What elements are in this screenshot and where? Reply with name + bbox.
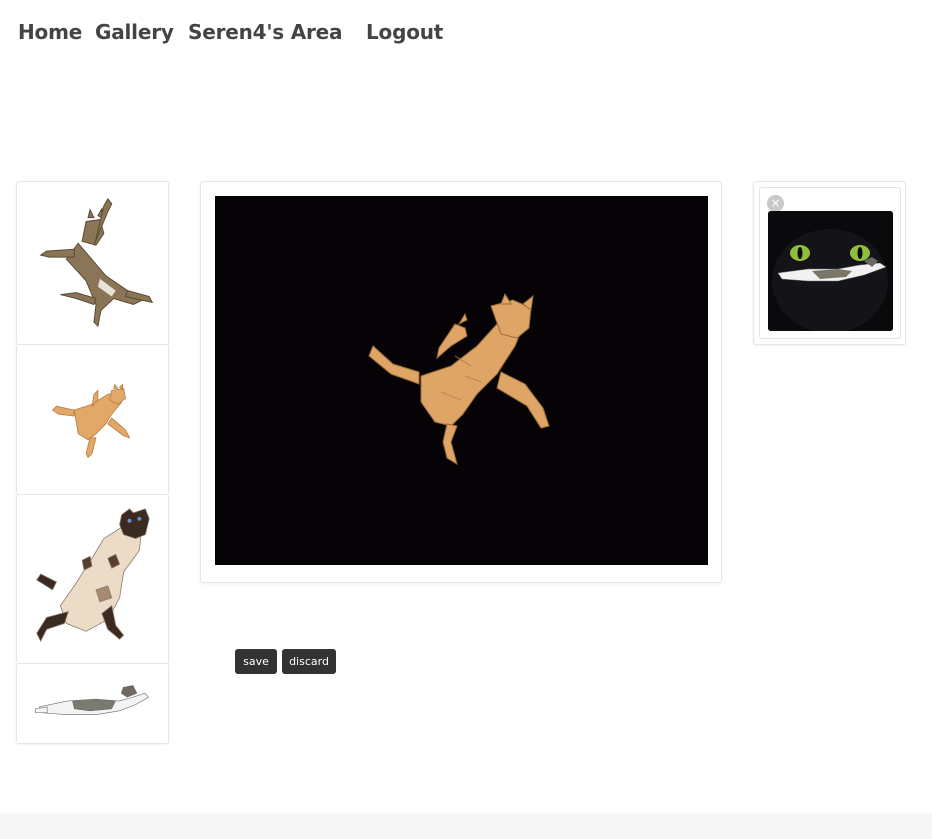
nav-logout-link[interactable]: Logout bbox=[366, 20, 443, 44]
nav-user-area-link[interactable]: Seren4's Area bbox=[188, 20, 343, 44]
selected-image[interactable] bbox=[768, 211, 893, 331]
thumbnail-tabby-cat[interactable] bbox=[16, 181, 169, 345]
nav-home-link[interactable]: Home bbox=[18, 20, 82, 44]
nav-gallery-link[interactable]: Gallery bbox=[95, 20, 174, 44]
discard-button[interactable]: discard bbox=[282, 649, 336, 674]
thumbnail-white-tabby-cat[interactable] bbox=[16, 663, 169, 744]
main-image-card bbox=[200, 181, 722, 583]
tabby-cat-image bbox=[39, 197, 154, 328]
orange-cat-image bbox=[51, 383, 131, 459]
selected-image-panel: × bbox=[759, 187, 901, 339]
close-icon[interactable]: × bbox=[767, 195, 784, 212]
footer bbox=[0, 813, 932, 839]
thumbnail-orange-cat[interactable] bbox=[16, 344, 169, 495]
siamese-cat-image bbox=[36, 508, 150, 643]
white-tabby-cat-image bbox=[35, 685, 150, 716]
orange-cat-leaping-image bbox=[215, 196, 708, 565]
thumbnail-siamese-cat[interactable] bbox=[16, 494, 169, 664]
selected-image-card: × bbox=[753, 181, 906, 345]
black-cat-green-eyes-image bbox=[768, 211, 893, 331]
save-button[interactable]: save bbox=[235, 649, 277, 674]
main-image[interactable] bbox=[215, 196, 708, 565]
